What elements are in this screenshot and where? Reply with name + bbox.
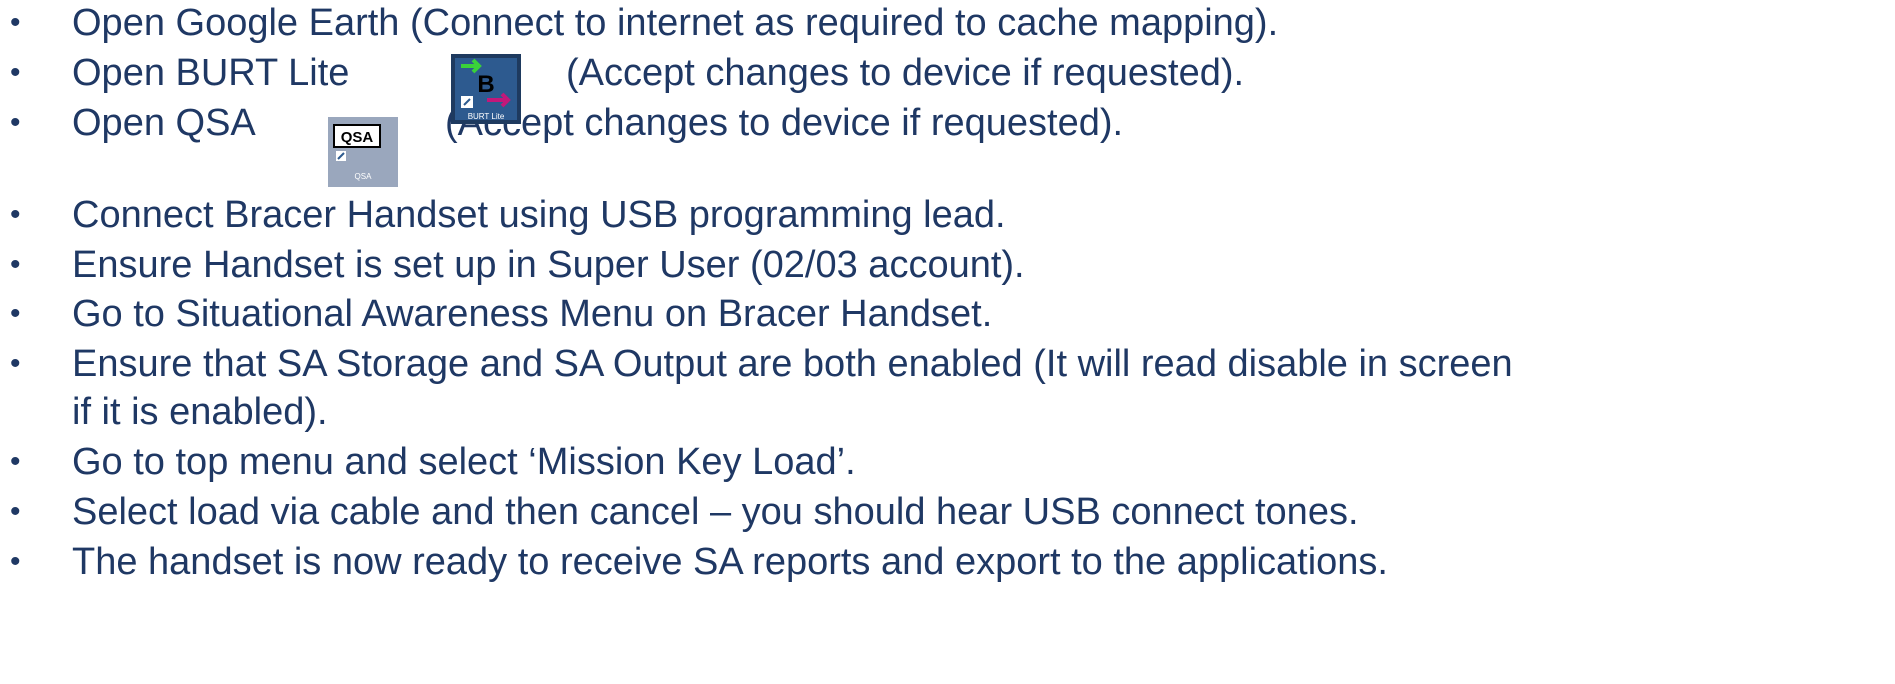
bullet: • bbox=[10, 347, 21, 380]
list-item: • Open Google Earth (Connect to internet… bbox=[0, 1, 1895, 45]
item-text: The handset is now ready to receive SA r… bbox=[72, 541, 1388, 583]
bullet: • bbox=[10, 56, 21, 89]
list-item: • Ensure Handset is set up in Super User… bbox=[0, 243, 1895, 287]
item-text: Ensure Handset is set up in Super User (… bbox=[72, 244, 1025, 286]
list-item: • Go to Situational Awareness Menu on Br… bbox=[0, 292, 1895, 336]
item-text: Open QSA bbox=[72, 102, 256, 144]
list-item: • Ensure that SA Storage and SA Output a… bbox=[0, 342, 1895, 386]
svg-text:QSA: QSA bbox=[341, 129, 374, 146]
bullet: • bbox=[10, 445, 21, 478]
item-text: Connect Bracer Handset using USB program… bbox=[72, 194, 1006, 236]
bullet: • bbox=[10, 297, 21, 330]
item-text-suffix: (Accept changes to device if requested). bbox=[566, 52, 1245, 94]
item-text: Go to Situational Awareness Menu on Brac… bbox=[72, 293, 993, 335]
bullet: • bbox=[10, 6, 21, 39]
bullet: • bbox=[10, 248, 21, 281]
qsa-icon[interactable]: QSA QSA bbox=[328, 117, 398, 187]
item-text-suffix: (Accept changes to device if requested). bbox=[445, 102, 1124, 144]
svg-text:QSA: QSA bbox=[355, 172, 373, 181]
item-text: Open Google Earth (Connect to internet a… bbox=[72, 2, 1279, 44]
list-item: • Select load via cable and then cancel … bbox=[0, 490, 1895, 534]
list-item: • Go to top menu and select ‘Mission Key… bbox=[0, 440, 1895, 484]
list-item: • The handset is now ready to receive SA… bbox=[0, 540, 1895, 584]
list-item: • Connect Bracer Handset using USB progr… bbox=[0, 193, 1895, 237]
bullet: • bbox=[10, 495, 21, 528]
item-text: Go to top menu and select ‘Mission Key L… bbox=[72, 441, 856, 483]
bullet: • bbox=[10, 106, 21, 139]
item-text: if it is enabled). bbox=[72, 391, 328, 433]
svg-text:BURT Lite: BURT Lite bbox=[468, 112, 505, 121]
bullet: • bbox=[10, 198, 21, 231]
slide: • Open Google Earth (Connect to internet… bbox=[0, 0, 1895, 684]
burt-lite-icon[interactable]: B BURT Lite bbox=[451, 54, 521, 124]
list-item: • Open QSA (Accept changes to device if … bbox=[0, 101, 1895, 145]
svg-text:B: B bbox=[477, 71, 494, 98]
item-text: Ensure that SA Storage and SA Output are… bbox=[72, 343, 1513, 385]
item-text: Select load via cable and then cancel – … bbox=[72, 491, 1359, 533]
list-item: • Open BURT Lite (Accept changes to devi… bbox=[0, 51, 1895, 95]
list-item-continuation: if it is enabled). bbox=[0, 390, 1895, 434]
bullet: • bbox=[10, 545, 21, 578]
item-text: Open BURT Lite bbox=[72, 52, 350, 94]
